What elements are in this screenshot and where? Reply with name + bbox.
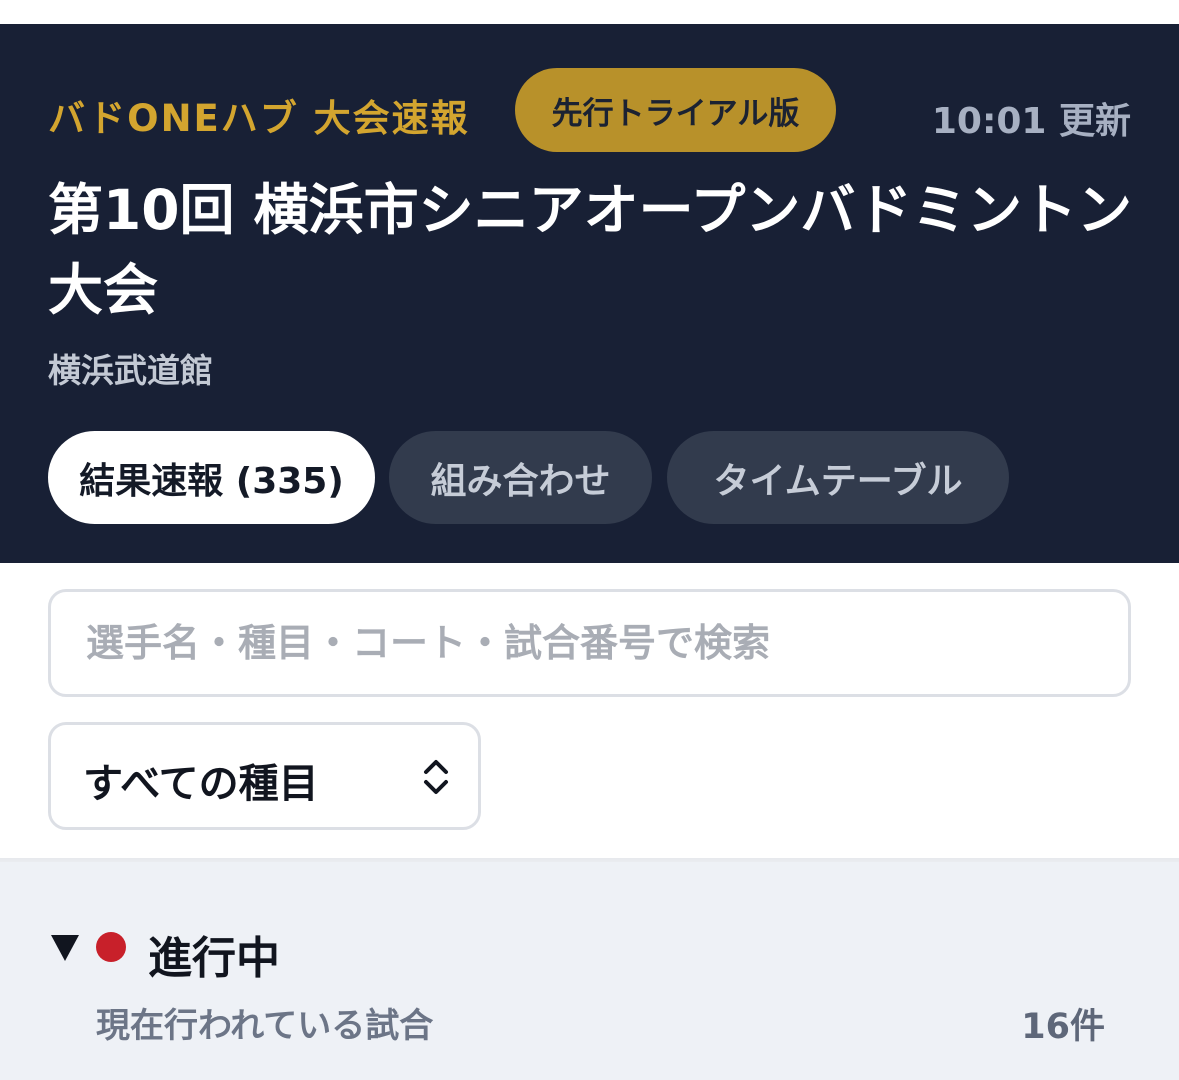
section-title: 進行中: [148, 933, 280, 984]
event-select-value: すべての種目: [83, 761, 319, 807]
section-subtitle: 現在行われている試合: [96, 1006, 434, 1046]
brand-title: バドONEハブ 大会速報: [48, 97, 470, 140]
tab-results[interactable]: 結果速報 (335): [48, 431, 375, 524]
chevron-up-down-icon: [424, 760, 448, 794]
live-matches-section: 進行中 現在行われている試合 16件: [0, 862, 1179, 1080]
live-dot-icon: [96, 932, 126, 962]
triangle-down-icon[interactable]: [50, 934, 80, 962]
tab-bracket[interactable]: 組み合わせ: [389, 431, 652, 524]
page: バドONEハブ 大会速報 先行トライアル版 10:01 更新 第10回 横浜市シ…: [0, 0, 1179, 1080]
section-count: 16件: [1021, 1007, 1105, 1047]
trial-badge: 先行トライアル版: [515, 68, 836, 152]
tournament-title: 第10回 横浜市シニアオープンバドミントン大会: [48, 178, 1133, 322]
event-select[interactable]: すべての種目: [48, 722, 481, 830]
header-topline: バドONEハブ 大会速報 先行トライアル版 10:01 更新: [48, 68, 1131, 152]
search-box[interactable]: [48, 589, 1131, 697]
search-input[interactable]: [86, 621, 1128, 665]
last-updated: 10:01 更新: [931, 101, 1131, 142]
tournament-header: バドONEハブ 大会速報 先行トライアル版 10:01 更新 第10回 横浜市シ…: [0, 24, 1179, 563]
venue-name: 横浜武道館: [48, 351, 213, 390]
tab-timetable[interactable]: タイムテーブル: [667, 431, 1009, 524]
